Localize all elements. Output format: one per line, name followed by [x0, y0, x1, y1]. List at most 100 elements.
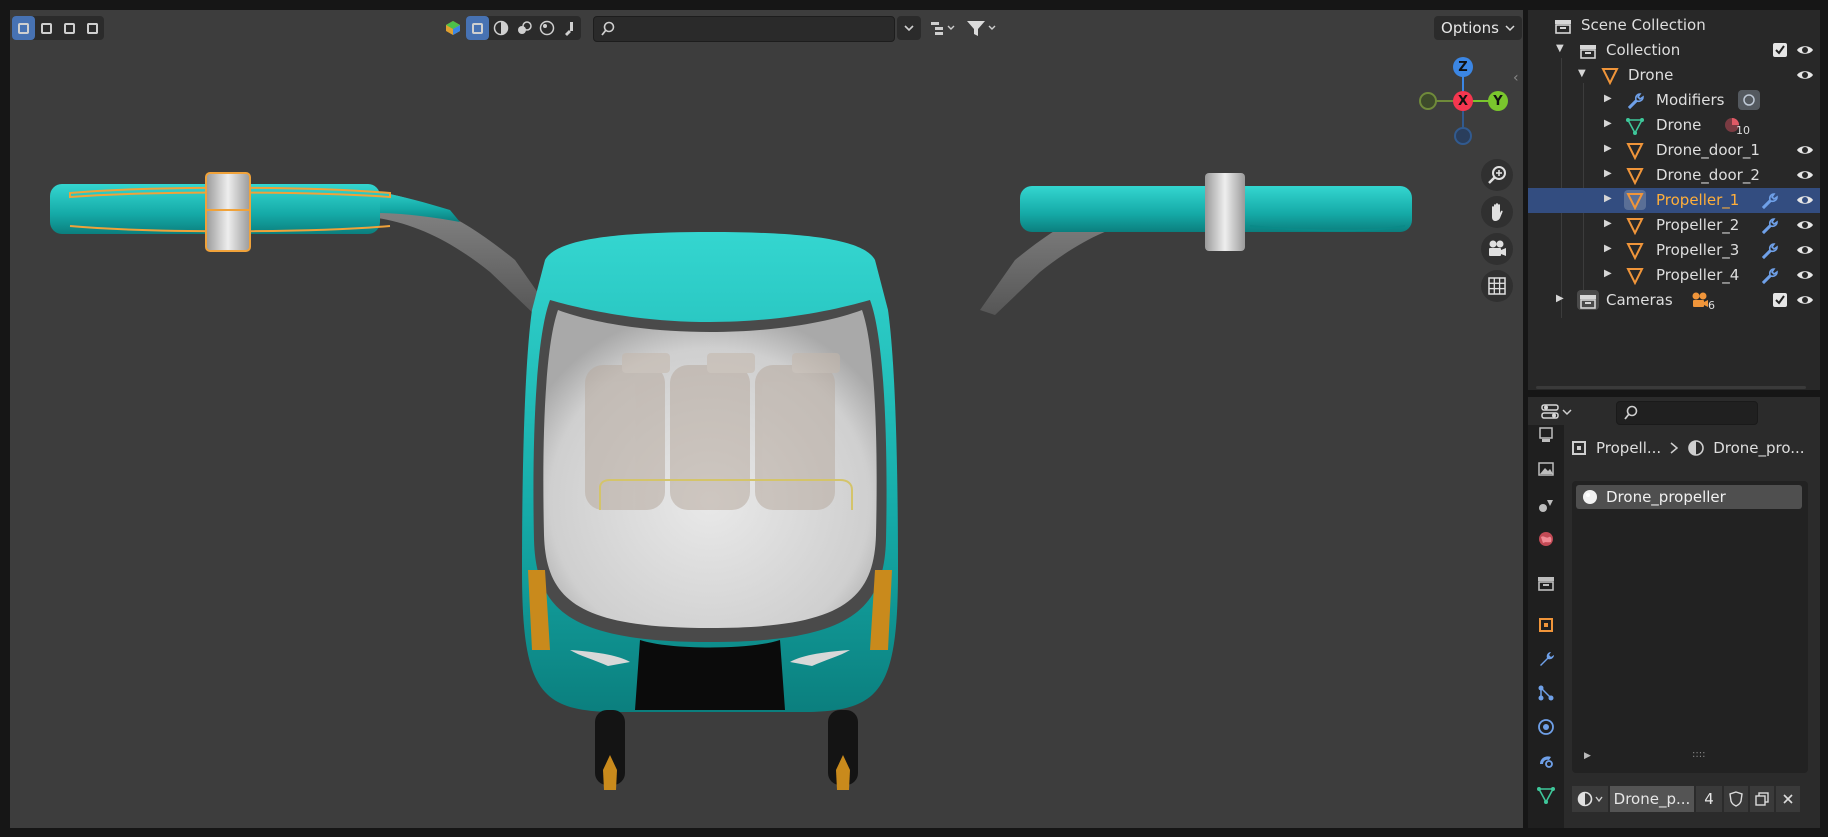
camera-view-button[interactable]	[1481, 233, 1513, 265]
shading-options-button[interactable]	[558, 16, 581, 40]
expand-toggle-icon[interactable]: ▶	[1604, 118, 1612, 129]
toggle-perspective-button[interactable]	[1481, 270, 1513, 302]
tab-render[interactable]	[1536, 425, 1556, 445]
physics-icon	[1538, 719, 1554, 735]
eye-icon[interactable]	[1796, 66, 1814, 84]
outliner-row-drone-door-2[interactable]: ▶ Drone_door_2	[1528, 163, 1820, 188]
shading-material-button[interactable]	[512, 16, 535, 40]
gizmo-neg-y-axis[interactable]	[1419, 92, 1437, 110]
outliner-row-propeller-3[interactable]: ▶ Propeller_3	[1528, 238, 1820, 263]
expand-toggle-icon[interactable]: ▶	[1604, 268, 1612, 279]
select-extend-button[interactable]	[35, 16, 58, 40]
select-subtract-icon	[64, 22, 75, 34]
eye-icon[interactable]	[1796, 166, 1814, 184]
material-slot-list[interactable]: Drone_propeller ▶ ::::	[1572, 481, 1808, 773]
expand-toggle-icon[interactable]: ▶	[1604, 243, 1612, 254]
eye-icon[interactable]	[1796, 191, 1814, 209]
outliner-row-propeller-2[interactable]: ▶ Propeller_2	[1528, 213, 1820, 238]
eye-icon[interactable]	[1796, 216, 1814, 234]
outliner-row-cameras[interactable]: ▶ Cameras 6	[1528, 288, 1820, 313]
shading-rendered-button[interactable]	[535, 16, 558, 40]
outliner-row-scene-collection[interactable]: Scene Collection	[1528, 13, 1820, 38]
material-name-field[interactable]: Drone_p...	[1610, 786, 1694, 812]
tab-collection[interactable]	[1536, 573, 1556, 593]
exclude-checkbox[interactable]	[1773, 293, 1787, 307]
viewport-search-field[interactable]	[593, 16, 895, 42]
gizmo-y-axis[interactable]: Y	[1488, 91, 1508, 111]
sidebar-collapse-arrow[interactable]: ‹	[1513, 70, 1519, 86]
expand-toggle-icon[interactable]: ▶	[1604, 143, 1612, 154]
outliner-scrollbar[interactable]	[1536, 386, 1806, 389]
pan-button[interactable]	[1481, 196, 1513, 228]
shading-solid-button[interactable]	[489, 16, 512, 40]
outliner-row-drone-door-1[interactable]: ▶ Drone_door_1	[1528, 138, 1820, 163]
outliner-row-modifiers[interactable]: ▶ Modifiers	[1528, 88, 1820, 113]
sort-order-button[interactable]	[925, 16, 959, 40]
camera-icon	[1692, 292, 1708, 307]
expand-toggle-icon[interactable]: ▶	[1604, 193, 1612, 204]
3d-viewport[interactable]: Options Z X Y ‹	[10, 10, 1523, 828]
expand-toggle-icon[interactable]: ▶	[1604, 93, 1612, 104]
expand-toggle-icon[interactable]: ▶	[1556, 293, 1564, 304]
eye-icon[interactable]	[1796, 266, 1814, 284]
gizmo-z-axis[interactable]: Z	[1453, 57, 1473, 77]
tab-physics[interactable]	[1536, 717, 1556, 737]
duplicate-material-button[interactable]	[1750, 786, 1774, 812]
options-dropdown[interactable]: Options	[1434, 16, 1522, 40]
wrench-icon[interactable]	[1760, 267, 1778, 285]
outliner-row-collection[interactable]: ▼ Collection	[1528, 38, 1820, 63]
eye-icon[interactable]	[1796, 241, 1814, 259]
outliner-panel: Scene Collection ▼ Collection ▼ Drone ▶ …	[1528, 10, 1820, 390]
eye-icon[interactable]	[1796, 291, 1814, 309]
outliner-row-drone-object[interactable]: ▼ Drone	[1528, 63, 1820, 88]
object-types-visibility-icon[interactable]	[442, 16, 464, 40]
modifier-badge[interactable]	[1738, 90, 1760, 110]
unlink-material-button[interactable]	[1776, 786, 1800, 812]
constraint-icon	[1540, 756, 1553, 768]
exclude-checkbox[interactable]	[1773, 43, 1787, 57]
filter-button[interactable]	[963, 16, 999, 40]
tab-world[interactable]	[1536, 529, 1556, 549]
outliner-label: Drone	[1628, 66, 1674, 84]
properties-search-field[interactable]	[1616, 401, 1758, 425]
drone-model-render[interactable]	[10, 10, 1523, 828]
expand-toggle-icon[interactable]: ▶	[1604, 218, 1612, 229]
select-subtract-button[interactable]	[58, 16, 81, 40]
tab-constraints[interactable]	[1536, 751, 1556, 771]
shading-wireframe-button[interactable]	[466, 16, 489, 40]
expand-toggle-icon[interactable]: ▶	[1584, 751, 1591, 761]
rendered-icon	[539, 20, 554, 36]
tab-modifiers[interactable]	[1536, 649, 1556, 669]
material-preview-icon	[517, 21, 532, 34]
fake-user-button[interactable]	[1724, 786, 1748, 812]
eye-icon[interactable]	[1796, 41, 1814, 59]
tab-particles[interactable]	[1536, 683, 1556, 703]
select-new-button[interactable]	[12, 16, 35, 40]
outliner-row-propeller-4[interactable]: ▶ Propeller_4	[1528, 263, 1820, 288]
resize-handle-icon[interactable]: ::::	[1692, 749, 1705, 760]
tab-view-layer[interactable]	[1536, 459, 1556, 479]
zoom-button[interactable]	[1481, 159, 1513, 191]
tab-data[interactable]	[1536, 785, 1556, 805]
wrench-icon[interactable]	[1760, 217, 1778, 235]
object-icon	[1626, 218, 1644, 235]
select-intersect-button[interactable]	[81, 16, 104, 40]
expand-toggle-icon[interactable]: ▼	[1556, 43, 1564, 54]
expand-toggle-icon[interactable]: ▼	[1578, 68, 1586, 79]
tab-object[interactable]	[1536, 615, 1556, 635]
eye-icon[interactable]	[1796, 141, 1814, 159]
navigation-gizmo[interactable]: Z X Y	[1412, 54, 1508, 148]
editor-type-dropdown[interactable]	[1540, 401, 1574, 423]
material-user-count[interactable]: 4	[1696, 786, 1722, 812]
wrench-icon[interactable]	[1760, 192, 1778, 210]
gizmo-neg-z-axis[interactable]	[1454, 127, 1472, 145]
outliner-row-propeller-1[interactable]: ▶ Propeller_1	[1528, 188, 1820, 213]
tab-scene[interactable]	[1536, 495, 1556, 515]
browse-material-button[interactable]	[1572, 786, 1608, 812]
collapse-search-button[interactable]	[897, 16, 921, 40]
outliner-row-drone-mesh[interactable]: ▶ Drone 10	[1528, 113, 1820, 138]
gizmo-x-axis[interactable]: X	[1453, 91, 1473, 111]
wrench-icon[interactable]	[1760, 242, 1778, 260]
material-slot-item[interactable]: Drone_propeller	[1576, 485, 1802, 509]
expand-toggle-icon[interactable]: ▶	[1604, 168, 1612, 179]
